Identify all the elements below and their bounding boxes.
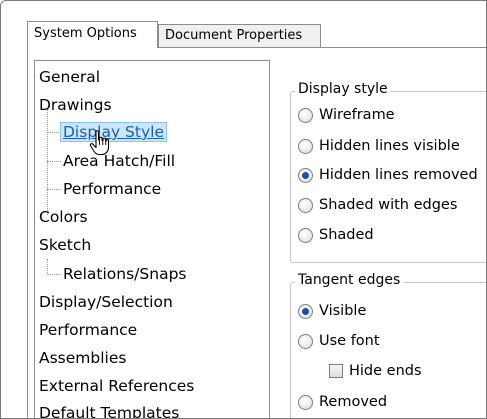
options-tree: General Drawings Display Style Area Hatc… bbox=[34, 60, 270, 418]
radio-label: Wireframe bbox=[319, 107, 395, 123]
tree-connector bbox=[47, 132, 61, 133]
tree-connector bbox=[47, 189, 61, 190]
tree-item-colors[interactable]: Colors bbox=[39, 207, 88, 227]
tree-item-assemblies[interactable]: Assemblies bbox=[39, 348, 126, 368]
radio-button[interactable] bbox=[298, 197, 313, 213]
radio-hidden-lines-visible[interactable]: Hidden lines visible bbox=[298, 138, 460, 154]
radio-label: Visible bbox=[319, 303, 367, 319]
tree-connector-sketch bbox=[47, 259, 48, 275]
tab-system-options[interactable]: System Options bbox=[27, 21, 158, 48]
radio-button[interactable] bbox=[298, 107, 313, 123]
tree-item-default-templates[interactable]: Default Templates bbox=[39, 403, 179, 418]
radio-label: Hidden lines removed bbox=[319, 167, 478, 183]
tree-item-drawings[interactable]: Drawings bbox=[39, 95, 112, 115]
tree-item-performance[interactable]: Performance bbox=[39, 320, 137, 340]
radio-button-checked[interactable] bbox=[298, 167, 313, 183]
radio-label: Use font bbox=[319, 333, 380, 349]
tab-document-properties[interactable]: Document Properties bbox=[158, 24, 321, 47]
tree-item-drawings-performance[interactable]: Performance bbox=[63, 179, 161, 199]
checkbox-label: Hide ends bbox=[349, 363, 422, 379]
tree-item-sketch[interactable]: Sketch bbox=[39, 235, 91, 255]
radio-button[interactable] bbox=[298, 227, 313, 243]
tree-item-external-references[interactable]: External References bbox=[39, 376, 194, 396]
radio-wireframe[interactable]: Wireframe bbox=[298, 107, 395, 123]
radio-label: Hidden lines visible bbox=[319, 138, 460, 154]
radio-label: Shaded bbox=[319, 227, 374, 243]
display-style-title: Display style bbox=[295, 81, 391, 97]
tree-item-display-style[interactable]: Display Style bbox=[60, 122, 167, 142]
radio-button[interactable] bbox=[298, 333, 313, 349]
tree-item-area-hatch-fill[interactable]: Area Hatch/Fill bbox=[63, 151, 175, 171]
tree-connector bbox=[47, 274, 61, 275]
radio-button[interactable] bbox=[298, 138, 313, 154]
tree-connector bbox=[47, 161, 61, 162]
tree-item-general[interactable]: General bbox=[39, 67, 100, 87]
tree-connector-drawings bbox=[47, 109, 48, 215]
radio-shaded-with-edges[interactable]: Shaded with edges bbox=[298, 197, 457, 213]
radio-button-checked[interactable] bbox=[298, 303, 313, 319]
tree-item-display-selection[interactable]: Display/Selection bbox=[39, 292, 173, 312]
checkbox[interactable] bbox=[329, 364, 343, 378]
radio-label: Removed bbox=[319, 394, 388, 410]
radio-use-font[interactable]: Use font bbox=[298, 333, 380, 349]
radio-visible[interactable]: Visible bbox=[298, 303, 366, 319]
radio-removed[interactable]: Removed bbox=[298, 394, 387, 410]
tangent-edges-title: Tangent edges bbox=[295, 272, 404, 288]
hand-pointer-icon bbox=[89, 130, 110, 156]
radio-label: Shaded with edges bbox=[319, 197, 458, 213]
tree-item-relations-snaps[interactable]: Relations/Snaps bbox=[63, 264, 186, 284]
radio-hidden-lines-removed[interactable]: Hidden lines removed bbox=[298, 167, 478, 183]
radio-shaded[interactable]: Shaded bbox=[298, 227, 374, 243]
checkbox-hide-ends[interactable]: Hide ends bbox=[329, 363, 422, 379]
options-dialog: System Options Document Properties Gener… bbox=[0, 0, 487, 419]
radio-button[interactable] bbox=[298, 394, 313, 410]
